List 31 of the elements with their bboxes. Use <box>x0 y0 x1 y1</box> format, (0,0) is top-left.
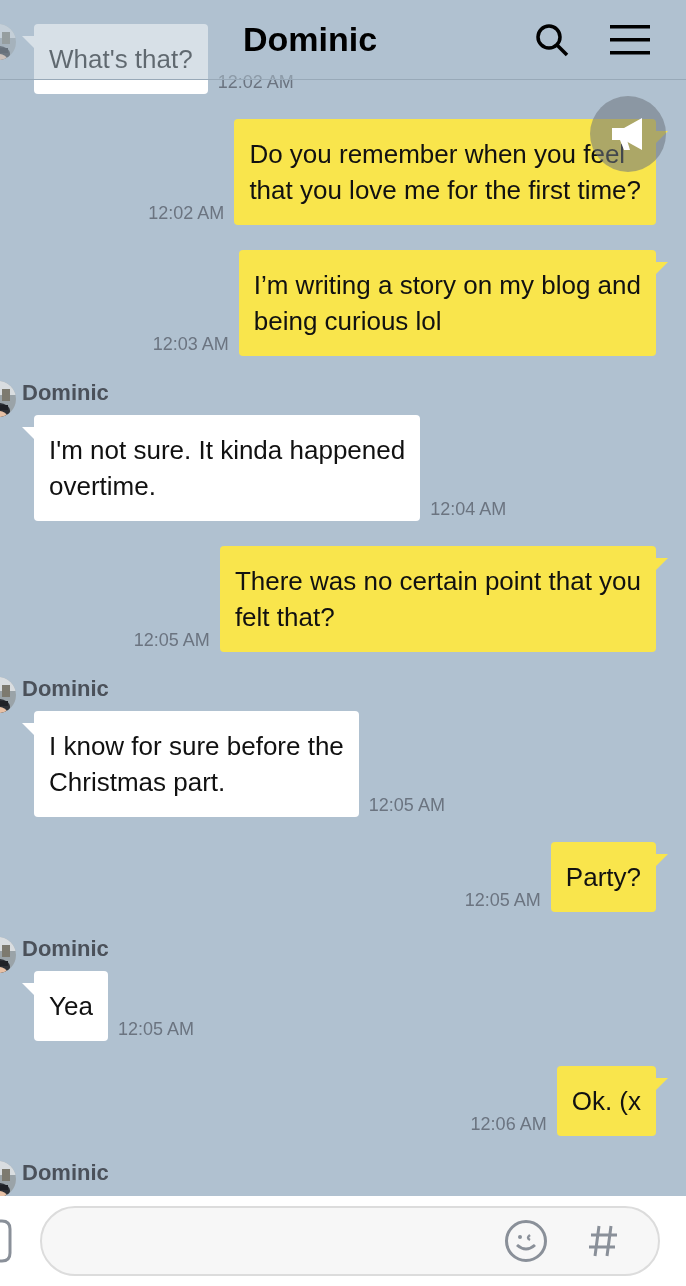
emoji-icon[interactable] <box>504 1219 548 1263</box>
message-time: 12:02 AM <box>148 203 225 223</box>
search-icon[interactable] <box>534 21 570 58</box>
message-bubble: I'm not sure. It kinda happened overtime. <box>34 415 421 521</box>
message-bubble: I’m writing a story on my blog and being curious lol <box>238 250 656 356</box>
message-time: 12:06 AM <box>470 1114 547 1134</box>
message-bubble: Party? <box>550 842 656 912</box>
message-bubble: I know for sure before the Christmas part. <box>34 711 359 817</box>
message-time: 12:05 AM <box>368 795 445 815</box>
message-bubble: Do you remember when you feel that you love me for the first time? <box>234 119 656 225</box>
sender-name: Dominic <box>22 937 110 961</box>
hashtag-icon[interactable] <box>588 1224 618 1258</box>
sender-name: Dominic <box>22 677 110 701</box>
chat-title: Dominic <box>243 20 378 59</box>
bubble-tail <box>656 854 668 866</box>
message-bubble: Ok. (x <box>556 1066 656 1136</box>
message-time: 12:05 AM <box>117 1019 194 1039</box>
bubble-tail <box>656 131 668 143</box>
bubble-tail <box>656 558 668 570</box>
message-time: 12:04 AM <box>430 499 507 519</box>
menu-icon[interactable] <box>610 24 650 55</box>
message-bubble: There was no certain point that you felt that? <box>219 546 656 652</box>
message-time: 12:03 AM <box>152 334 229 354</box>
message-bubble: Yea <box>34 971 108 1041</box>
message-time: 12:05 AM <box>464 890 541 910</box>
bubble-tail <box>656 1078 668 1090</box>
message-time: 12:05 AM <box>133 630 210 650</box>
sender-name: Dominic <box>22 1161 109 1185</box>
message-bubble: What's that? <box>34 24 208 94</box>
bubble-tail <box>656 262 668 274</box>
sender-name: Dominic <box>22 381 110 405</box>
